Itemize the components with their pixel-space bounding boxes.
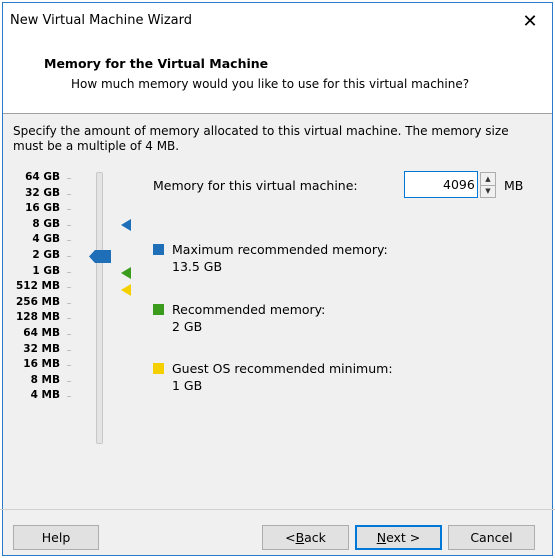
scale-label: 64 GB [25,171,60,183]
scale-tick [67,178,71,179]
max-recommended-legend: Maximum recommended memory: 13.5 GB [172,241,388,275]
scale-label: 16 GB [25,202,60,215]
memory-spinner[interactable]: ▲ ▼ [480,172,496,198]
scale-tick [67,365,71,367]
memory-unit: MB [504,178,524,193]
scale-tick [67,302,71,304]
scale-label: 2 GB [32,249,60,261]
spin-down-icon[interactable]: ▼ [481,185,495,197]
title-bar: New Virtual Machine Wizard ✕ [3,3,552,40]
page-title: Memory for the Virtual Machine [44,56,269,71]
memory-label: Memory for this virtual machine: [153,178,358,193]
scale-label: 16 MB [23,358,60,371]
guest-min-marker [121,284,131,296]
scale-label: 128 MB [15,311,60,324]
scale-tick [67,271,71,273]
description-text: Specify the amount of memory allocated t… [13,124,509,153]
scale-tick [67,224,71,226]
scale-label: 1 GB [32,264,60,277]
scale-tick [67,380,71,382]
page-subtitle: How much memory would you like to use fo… [71,77,470,91]
scale-label: 32 GB [25,186,60,199]
scale-label: 4 GB [32,233,60,246]
max-recommended-swatch [153,244,164,255]
scale-tick [67,193,71,195]
slider-track[interactable] [96,172,103,444]
recommended-swatch [153,304,164,315]
guest-min-swatch [153,363,164,374]
recommended-marker [121,267,131,279]
recommended-label: Recommended memory: [172,302,326,317]
max-recommended-label: Maximum recommended memory: [172,242,388,257]
window-title: New Virtual Machine Wizard [10,13,192,28]
scale-label: 256 MB [15,295,60,308]
footer-divider [0,509,555,510]
next-button[interactable]: Next > [355,525,442,550]
back-button[interactable]: < Back [262,525,349,550]
scale-tick [67,256,71,257]
scale-tick [67,318,71,320]
guest-min-value: 1 GB [172,378,203,393]
scale-label: 64 MB [23,327,60,339]
guest-min-legend: Guest OS recommended minimum: 1 GB [172,360,393,394]
scale-tick [67,396,71,398]
wizard-window: New Virtual Machine Wizard ✕ Memory for … [2,2,553,556]
recommended-legend: Recommended memory: 2 GB [172,301,325,335]
scale-label: 8 MB [30,373,60,386]
slider-thumb[interactable] [89,250,111,263]
scale-tick [67,287,71,289]
scale-tick [67,209,71,211]
scale-label: 32 MB [23,342,60,355]
scale-tick [67,240,71,242]
help-button[interactable]: Help [13,525,99,550]
scale-label: 512 MB [15,280,60,293]
max-recommended-value: 13.5 GB [172,259,223,274]
memory-input[interactable] [404,171,478,198]
guest-min-label: Guest OS recommended minimum: [172,361,393,376]
recommended-value: 2 GB [172,319,203,334]
scale-tick [67,334,71,335]
scale-tick [67,349,71,351]
scale-label: 8 GB [32,217,60,230]
scale-label: 4 MB [30,389,60,402]
close-icon[interactable]: ✕ [508,3,552,40]
header-panel: Memory for the Virtual Machine How much … [3,40,552,114]
cancel-button[interactable]: Cancel [448,525,535,550]
max-recommended-marker [121,219,131,231]
